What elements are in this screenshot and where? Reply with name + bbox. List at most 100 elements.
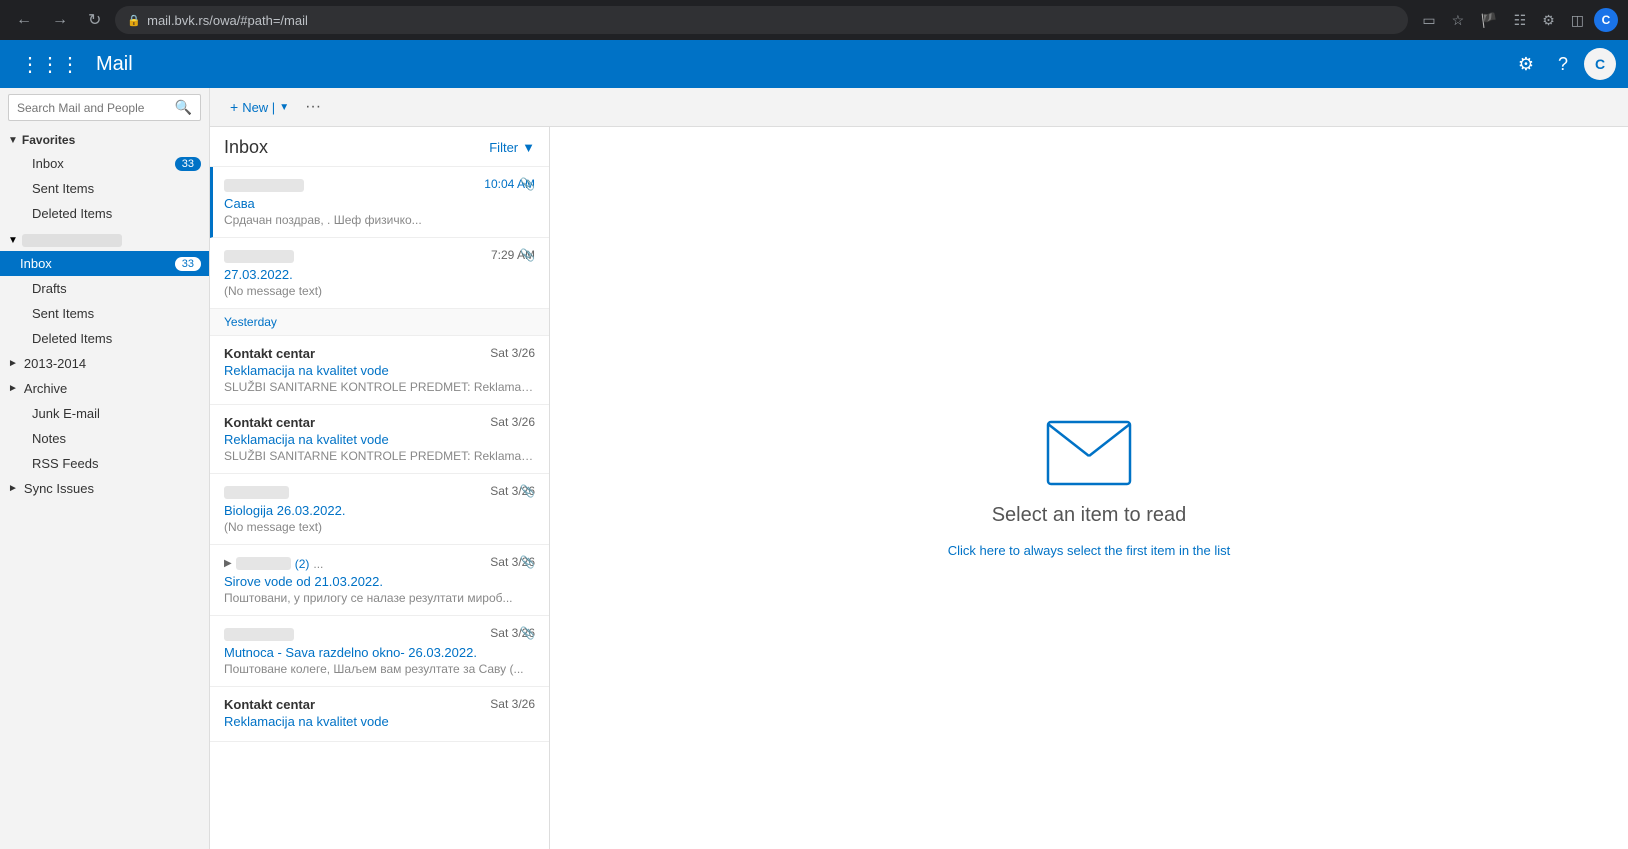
reload-button[interactable]: ↻ (82, 6, 107, 34)
sidebar-group-sync-issues[interactable]: ► Sync Issues (0, 476, 209, 501)
filter-button[interactable]: Filter ▼ (489, 140, 535, 155)
sidebar-item-inbox[interactable]: Inbox 33 (0, 251, 209, 276)
email-subject: Sirove vode od 21.03.2022. (224, 574, 535, 589)
sidebar-item-favorites-inbox[interactable]: Inbox 33 (0, 151, 209, 176)
help-button[interactable]: ? (1550, 48, 1576, 81)
inbox-badge: 33 (175, 257, 201, 271)
browser-chrome: ← → ↻ 🔒 mail.bvk.rs/owa/#path=/mail ▭ ☆ … (0, 0, 1628, 40)
new-label: New | (242, 100, 275, 115)
attachment-icon: 📎 (520, 555, 535, 569)
back-button[interactable]: ← (10, 7, 38, 33)
email-item[interactable]: 📎 Sat 3/26 Biologija 26.03.2022. (No mes… (210, 474, 549, 545)
apps-button[interactable]: ☷ (1508, 8, 1533, 33)
sidebar-item-drafts[interactable]: Drafts (0, 276, 209, 301)
sidebar-item-sent[interactable]: Sent Items (0, 301, 209, 326)
content-row: Inbox Filter ▼ 📎 10:04 AM Сава (210, 127, 1628, 849)
inbox-label: Inbox (20, 256, 175, 271)
search-input[interactable] (17, 101, 175, 115)
archive-chevron: ► (8, 383, 18, 394)
sidebar-group-2013-2014[interactable]: ► 2013-2014 (0, 351, 209, 376)
sidebar-item-favorites-sent[interactable]: Sent Items (0, 176, 209, 201)
more-dots: ... (313, 557, 323, 571)
reading-pane: Select an item to read Click here to alw… (550, 127, 1628, 849)
sidebar-item-notes[interactable]: Notes (0, 426, 209, 451)
bookmark-button[interactable]: ☆ (1446, 8, 1471, 33)
notes-label: Notes (32, 431, 201, 446)
reading-pane-title: Select an item to read (992, 504, 1187, 527)
extensions-button[interactable]: ⚙ (1536, 8, 1561, 33)
email-item[interactable]: 📎 7:29 AM 27.03.2022. (No message text) (210, 238, 549, 309)
right-panel: + New | ▼ ··· Inbox Filter ▼ (210, 88, 1628, 849)
user-avatar[interactable]: C (1594, 8, 1618, 32)
email-item[interactable]: Kontakt centar Sat 3/26 Reklamacija na k… (210, 687, 549, 742)
attachment-icon: 📎 (520, 177, 535, 191)
email-item[interactable]: Kontakt centar Sat 3/26 Reklamacija na k… (210, 336, 549, 405)
email-list-header: Inbox Filter ▼ (210, 127, 549, 167)
more-actions-button[interactable]: ··· (301, 94, 325, 120)
sidebar-group-archive[interactable]: ► Archive (0, 376, 209, 401)
flag-icon[interactable]: 🏴 (1474, 8, 1503, 33)
email-sender: Kontakt centar (224, 697, 315, 712)
attachment-icon: 📎 (520, 484, 535, 498)
search-bar[interactable]: 🔍 (8, 94, 201, 121)
filter-label: Filter (489, 140, 518, 155)
main-layout: 🔍 ▼ Favorites Inbox 33 Sent Items Delete… (0, 88, 1628, 849)
profile-button[interactable]: ◫ (1565, 8, 1590, 33)
sidebar-item-deleted[interactable]: Deleted Items (0, 326, 209, 351)
email-item[interactable]: 📎 ▶ (2) ... Sat 3/26 Sirove vode od 21.0… (210, 545, 549, 616)
account-section: ▼ (0, 226, 209, 251)
new-plus-icon: + (230, 99, 238, 115)
attachment-icon: 📎 (520, 626, 535, 640)
email-item-top: Kontakt centar Sat 3/26 (224, 415, 535, 430)
email-item[interactable]: Kontakt centar Sat 3/26 Reklamacija na k… (210, 405, 549, 474)
rss-label: RSS Feeds (32, 456, 201, 471)
new-button[interactable]: + New | ▼ (222, 95, 297, 119)
expand-thread-arrow[interactable]: ▶ (224, 558, 232, 569)
email-item-header-row: ▶ (2) ... (224, 555, 323, 572)
account-header[interactable]: ▼ (8, 232, 201, 249)
email-item[interactable]: 📎 Sat 3/26 Mutnoca - Sava razdelno okno-… (210, 616, 549, 687)
sync-issues-chevron: ► (8, 483, 18, 494)
reading-pane-envelope-icon (1044, 418, 1134, 488)
app-user-circle[interactable]: C (1584, 48, 1616, 80)
email-subject: Reklamacija na kvalitet vode (224, 363, 535, 378)
email-sender: Kontakt centar (224, 415, 315, 430)
email-item-top: ▶ (2) ... Sat 3/26 (224, 555, 535, 572)
drafts-label: Drafts (32, 281, 201, 296)
settings-button[interactable]: ⚙ (1510, 48, 1542, 81)
sidebar-item-favorites-deleted[interactable]: Deleted Items (0, 201, 209, 226)
email-subject: Reklamacija na kvalitet vode (224, 432, 535, 447)
new-dropdown-arrow[interactable]: ▼ (279, 102, 289, 113)
favorites-header[interactable]: ▼ Favorites (0, 127, 209, 151)
email-item-top: Kontakt centar Sat 3/26 (224, 697, 535, 712)
favorites-chevron: ▼ (8, 135, 18, 146)
email-subject: Reklamacija na kvalitet vode (224, 714, 535, 729)
email-item-top: 10:04 AM (224, 177, 535, 194)
reading-pane-link[interactable]: Click here to always select the first it… (948, 543, 1231, 558)
email-preview: SLUŽBI SANITARNE KONTROLE PREDMET: Rekla… (224, 449, 535, 463)
favorites-inbox-badge: 33 (175, 157, 201, 171)
thread-count: (2) (295, 557, 310, 571)
sync-issues-label: Sync Issues (24, 481, 94, 496)
email-preview: Срдачан поздрав, . Шеф физичко... (224, 213, 535, 227)
deleted-label: Deleted Items (32, 331, 201, 346)
email-item-top: Kontakt centar Sat 3/26 (224, 346, 535, 361)
cast-button[interactable]: ▭ (1416, 8, 1441, 33)
email-preview: (No message text) (224, 520, 535, 534)
app-title: Mail (96, 53, 1510, 76)
2013-2014-label: 2013-2014 (24, 356, 86, 371)
forward-button[interactable]: → (46, 7, 74, 33)
sender-blurred (236, 557, 291, 570)
email-subject: Сава (224, 196, 535, 211)
sent-label: Sent Items (32, 306, 201, 321)
email-preview: (No message text) (224, 284, 535, 298)
waffle-menu-button[interactable]: ⋮⋮⋮ (12, 48, 88, 81)
sidebar-item-junk[interactable]: Junk E-mail (0, 401, 209, 426)
lock-icon: 🔒 (127, 14, 141, 27)
2013-2014-chevron: ► (8, 358, 18, 369)
email-item-top: Sat 3/26 (224, 484, 535, 501)
email-item[interactable]: 📎 10:04 AM Сава Срдачан поздрав, . Шеф ф… (210, 167, 549, 238)
sidebar-item-rss[interactable]: RSS Feeds (0, 451, 209, 476)
search-icon[interactable]: 🔍 (175, 99, 192, 116)
address-bar[interactable]: 🔒 mail.bvk.rs/owa/#path=/mail (115, 6, 1408, 34)
